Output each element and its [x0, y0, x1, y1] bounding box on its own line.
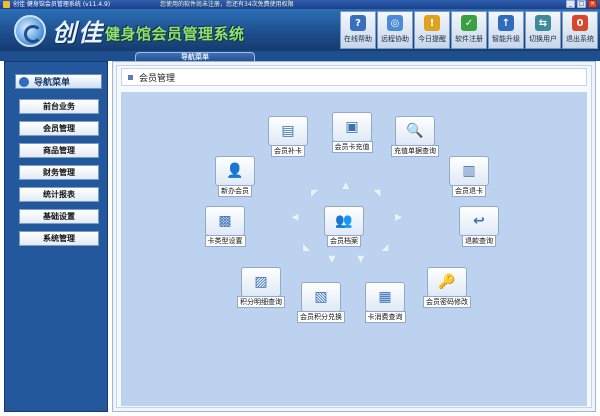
close-button[interactable]: × [588, 0, 597, 8]
arrow-downleft-icon: ◣ [303, 242, 311, 253]
arrow-up-icon: ▲ [342, 180, 350, 191]
menu-icon [19, 76, 29, 87]
maximize-button[interactable]: □ [577, 0, 586, 8]
register-button[interactable]: ✓ 软件注册 [451, 11, 487, 49]
nav-menu-tab: 导航菜单 [135, 52, 255, 61]
node-points-exchange[interactable]: ▧ 会员积分兑换 [289, 282, 353, 323]
sidebar-heading: 导航菜单 [15, 74, 102, 89]
sidebar-item-finance[interactable]: 财务管理 [19, 165, 99, 180]
node-card-consume-query[interactable]: ▦ 卡消费查询 [353, 282, 417, 323]
sidebar-item-members[interactable]: 会员管理 [19, 121, 99, 136]
toolbar: ? 在线帮助 ◎ 远程协助 ! 今日提醒 ✓ 软件注册 ↑ 智能升级 ⇆ 切换用… [340, 11, 598, 49]
arrow-right-icon: ▶ [395, 212, 403, 223]
card-consume-query-icon: ▦ [365, 282, 405, 312]
password-change-icon: 🔑 [427, 267, 467, 297]
title-bar: 创佳 健身馆会员管理系统 (v11.4.9) 您使用的软件尚未注册，您还有34次… [0, 0, 600, 9]
help-button[interactable]: ? 在线帮助 [340, 11, 376, 49]
sidebar-item-settings[interactable]: 基础设置 [19, 209, 99, 224]
reminder-button[interactable]: ! 今日提醒 [414, 11, 450, 49]
bullet-icon [128, 74, 133, 80]
app-icon [3, 1, 10, 8]
sidebar: 导航菜单 前台业务 会员管理 商品管理 财务管理 统计报表 基础设置 系统管理 [4, 61, 108, 412]
register-icon: ✓ [461, 15, 477, 31]
card-return-icon: ▥ [449, 156, 489, 186]
app-title: 健身馆会员管理系统 [105, 25, 245, 43]
sidebar-item-front-desk[interactable]: 前台业务 [19, 99, 99, 114]
points-detail-icon: ▨ [241, 267, 281, 297]
node-points-detail[interactable]: ▨ 积分明细查询 [229, 267, 293, 308]
help-icon: ? [350, 15, 366, 31]
sidebar-item-system[interactable]: 系统管理 [19, 231, 99, 246]
member-management-diagram: 👥 会员档案 ▤ 会员补卡 ▣ 会员卡充值 🔍 充值单据查询 ▥ 会员退卡 ↩ … [121, 92, 587, 406]
sidebar-item-reports[interactable]: 统计报表 [19, 187, 99, 202]
card-recharge-icon: ▣ [332, 112, 372, 142]
arrow-down-left-icon: ▼ [328, 254, 336, 265]
arrow-upleft-icon: ◤ [311, 188, 319, 199]
exit-button[interactable]: 0 退出系统 [562, 11, 598, 49]
card-type-icon: ▩ [205, 206, 245, 236]
panel-title-bar: 会员管理 [121, 68, 587, 86]
nav-strip: 导航菜单 [0, 51, 600, 61]
card-reissue-icon: ▤ [268, 116, 308, 146]
main-panel: 会员管理 👥 会员档案 ▤ 会员补卡 ▣ 会员卡充值 🔍 充值单据查询 ▥ 会员… [112, 61, 596, 412]
app-header: 创佳 健身馆会员管理系统 ? 在线帮助 ◎ 远程协助 ! 今日提醒 ✓ 软件注册… [0, 9, 600, 51]
exit-icon: 0 [572, 15, 588, 31]
logo-text: 创佳 [52, 18, 104, 47]
new-member-icon: 👤 [215, 156, 255, 186]
upgrade-icon: ↑ [498, 15, 514, 31]
arrow-downright-icon: ◢ [381, 242, 389, 253]
remote-assist-button[interactable]: ◎ 远程协助 [377, 11, 413, 49]
panel-title: 会员管理 [139, 73, 176, 84]
registration-notice: 您使用的软件尚未注册，您还有34次免费使用权限 [160, 1, 294, 8]
arrow-down-right-icon: ▼ [357, 254, 365, 265]
arrow-upright-icon: ◥ [373, 188, 381, 199]
node-recharge-query[interactable]: 🔍 充值单据查询 [383, 116, 447, 157]
recharge-query-icon: 🔍 [395, 116, 435, 146]
reminder-icon: ! [424, 15, 440, 31]
sidebar-item-products[interactable]: 商品管理 [19, 143, 99, 158]
node-card-type[interactable]: ▩ 卡类型设置 [193, 206, 257, 247]
node-new-member[interactable]: 👤 新办会员 [203, 156, 267, 197]
node-member-profile[interactable]: 👥 会员档案 [312, 206, 376, 247]
node-password-change[interactable]: 🔑 会员密码修改 [415, 267, 479, 308]
refund-query-icon: ↩ [459, 206, 499, 236]
node-card-recharge[interactable]: ▣ 会员卡充值 [320, 112, 384, 153]
remote-icon: ◎ [387, 15, 403, 31]
switch-user-icon: ⇆ [535, 15, 551, 31]
points-exchange-icon: ▧ [301, 282, 341, 312]
window-title: 创佳 健身馆会员管理系统 (v11.4.9) [13, 1, 111, 8]
node-refund-query[interactable]: ↩ 退款查询 [447, 206, 511, 247]
switch-user-button[interactable]: ⇆ 切换用户 [525, 11, 561, 49]
node-card-reissue[interactable]: ▤ 会员补卡 [256, 116, 320, 157]
minimize-button[interactable]: _ [566, 0, 575, 8]
node-card-return[interactable]: ▥ 会员退卡 [437, 156, 501, 197]
member-profile-icon: 👥 [324, 206, 364, 236]
logo-icon [14, 15, 46, 47]
arrow-left-icon: ◀ [291, 212, 299, 223]
upgrade-button[interactable]: ↑ 智能升级 [488, 11, 524, 49]
